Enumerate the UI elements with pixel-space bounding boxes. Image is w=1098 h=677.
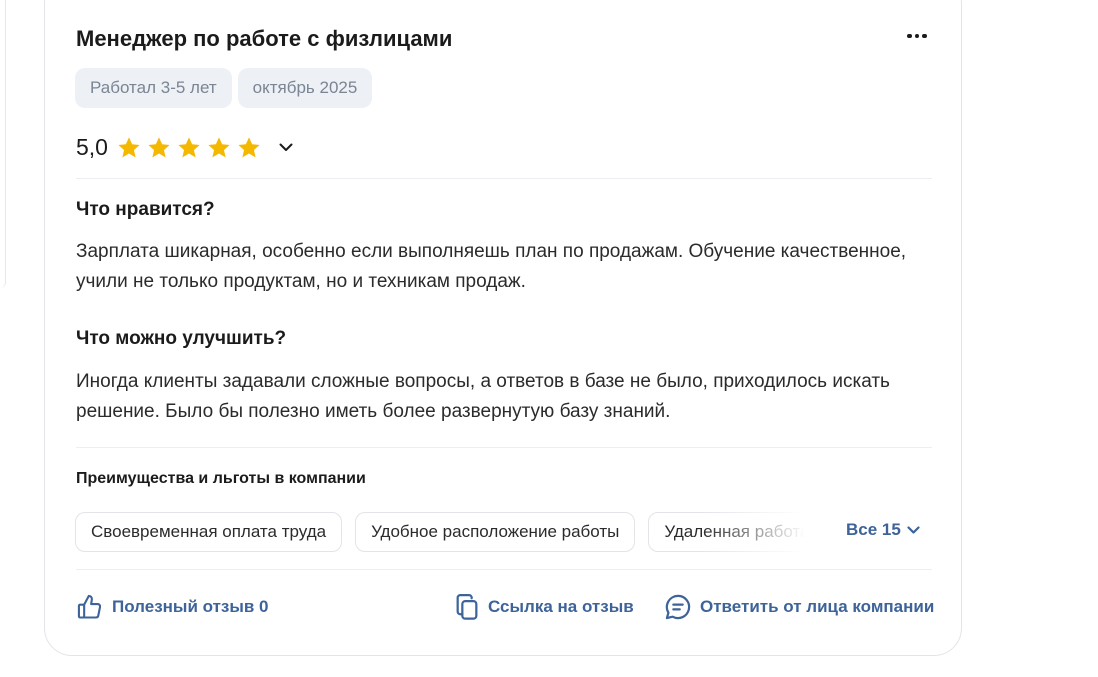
rating-stars [116, 135, 262, 161]
perks-list: Своевременная оплата труда Удобное распо… [75, 512, 805, 552]
rating: 5,0 [76, 134, 296, 161]
star-icon [118, 136, 140, 157]
star-icon [178, 136, 200, 157]
likes-title: Что нравится? [76, 199, 215, 220]
thumbs-up-icon [77, 594, 102, 619]
chevron-down-icon [279, 143, 293, 151]
review-title: Менеджер по работе с физлицами [76, 26, 453, 51]
divider [76, 178, 932, 179]
copy-link-icon [456, 593, 478, 620]
likes-text: Зарплата шикарная, особенно если выполня… [76, 241, 907, 292]
more-button[interactable] [900, 24, 934, 48]
review-tags: Работал 3-5 лет октябрь 2025 [75, 68, 373, 108]
helpful-review-label: Полезный отзыв 0 [112, 597, 269, 616]
perks-title: Преимущества и льготы в компании [76, 470, 366, 487]
show-all-perks-label: Все 15 [846, 520, 901, 539]
helpful-review-button[interactable]: Полезный отзыв 0 [76, 593, 269, 621]
chat-bubble-icon [665, 594, 691, 620]
improve-text: Иногда клиенты задавали сложные вопросы,… [76, 371, 890, 422]
divider [76, 569, 932, 570]
rating-value: 5,0 [76, 134, 108, 160]
more-icon [907, 33, 912, 39]
reply-as-company-label: Ответить от лица компании [700, 597, 935, 616]
perk-chip[interactable]: Своевременная оплата труда [75, 512, 343, 552]
review-link-label: Ссылка на отзыв [488, 597, 634, 616]
more-icon-dot [922, 33, 927, 39]
review-link-button[interactable]: Ссылка на отзыв [454, 593, 634, 621]
rating-details-toggle[interactable] [276, 138, 296, 158]
show-all-perks-button[interactable]: Все 15 [846, 520, 920, 540]
star-icon [148, 136, 170, 157]
more-icon-dot [914, 33, 920, 39]
tag-date: октябрь 2025 [237, 68, 373, 108]
chevron-down-icon [907, 525, 920, 534]
star-icon [238, 136, 260, 157]
star-icon [208, 136, 230, 157]
improve-title: Что можно улучшить? [76, 328, 287, 349]
tag-experience: Работал 3-5 лет [75, 68, 232, 108]
side-panel-edge [0, 0, 6, 288]
divider [76, 447, 932, 448]
perk-chip[interactable]: Удаленная работа [648, 512, 805, 552]
perk-chip[interactable]: Удобное расположение работы [355, 512, 636, 552]
reply-as-company-button[interactable]: Ответить от лица компании [664, 593, 934, 621]
